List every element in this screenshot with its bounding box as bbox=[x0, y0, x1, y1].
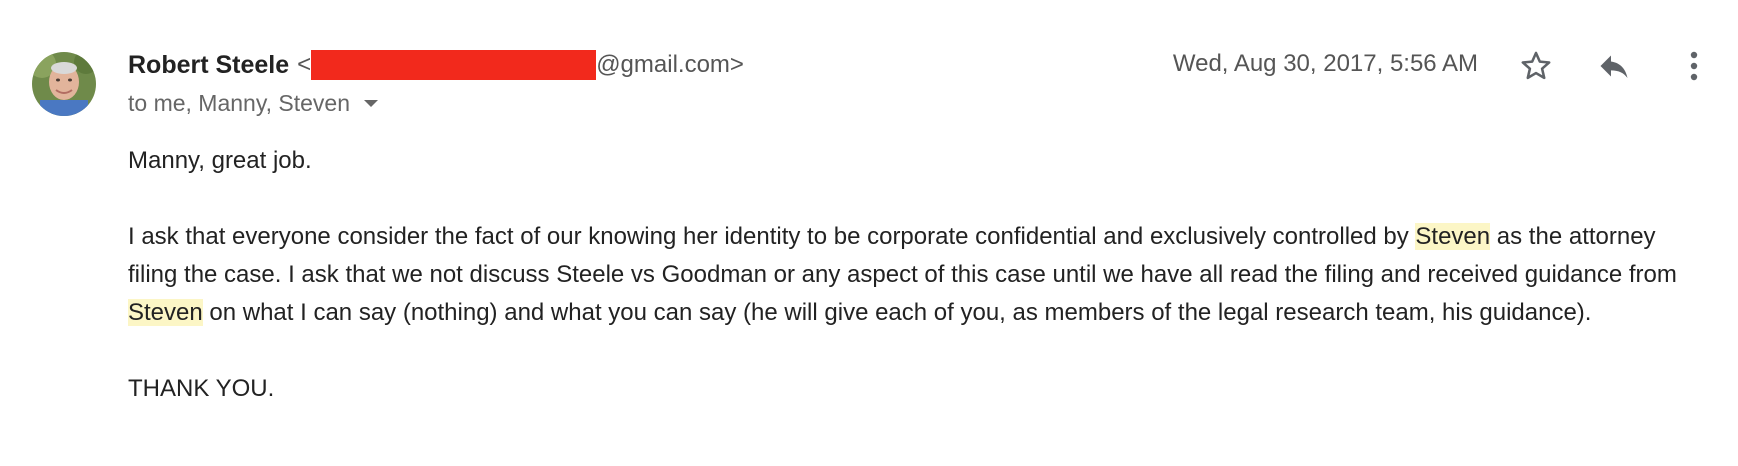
message-date: Wed, Aug 30, 2017, 5:56 AM bbox=[1172, 50, 1478, 77]
sender-line: Robert Steele < @gmail.com> bbox=[128, 48, 744, 82]
dropdown-caret-icon bbox=[364, 100, 379, 107]
email-domain: @gmail.com> bbox=[596, 51, 744, 78]
closing-line: THANK YOU. bbox=[128, 375, 275, 402]
message-body: Manny, great job. I ask that everyone co… bbox=[128, 142, 1698, 408]
recipients-dropdown[interactable]: to me, Manny, Steven bbox=[128, 90, 379, 117]
greeting-line: Manny, great job. bbox=[128, 147, 312, 174]
highlight-steven: Steven bbox=[1415, 223, 1491, 250]
body-text-c: on what I can say (nothing) and what you… bbox=[202, 299, 1592, 326]
avatar-image bbox=[32, 52, 96, 116]
sender-email: < @gmail.com> bbox=[297, 50, 744, 80]
star-button[interactable] bbox=[1512, 42, 1560, 90]
email-open-bracket: < bbox=[297, 51, 312, 78]
body-paragraph: I ask that everyone consider the fact of… bbox=[128, 218, 1698, 332]
highlight-steven: Steven bbox=[128, 299, 203, 326]
redaction-bar bbox=[311, 50, 597, 80]
more-options-button[interactable] bbox=[1670, 42, 1718, 90]
body-text-a: I ask that everyone consider the fact of… bbox=[128, 223, 1416, 250]
reply-button[interactable] bbox=[1590, 42, 1638, 90]
recipients-text: to me, Manny, Steven bbox=[128, 90, 351, 116]
star-outline-icon bbox=[1521, 51, 1551, 80]
reply-arrow-icon bbox=[1600, 55, 1628, 78]
sender-avatar[interactable] bbox=[32, 52, 96, 116]
vertical-more-icon bbox=[1690, 51, 1698, 81]
sender-name[interactable]: Robert Steele bbox=[128, 51, 289, 80]
